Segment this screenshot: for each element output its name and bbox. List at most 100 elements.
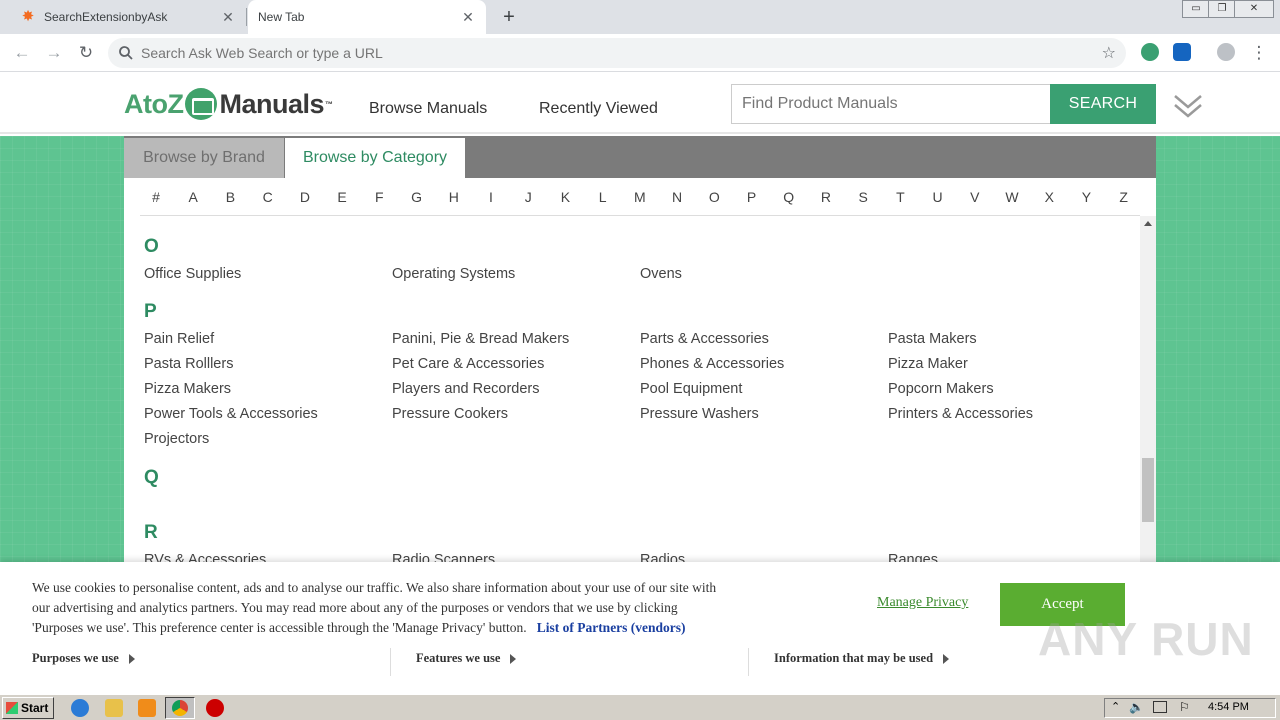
letter-link[interactable]: U <box>926 189 950 205</box>
category-link[interactable]: Operating Systems <box>392 266 515 282</box>
category-link[interactable]: Radios <box>640 552 685 562</box>
new-tab-button[interactable]: + <box>498 6 520 28</box>
atoz-extension-icon[interactable] <box>1141 43 1159 61</box>
category-link[interactable]: Popcorn Makers <box>888 381 994 397</box>
tab-browse-by-brand[interactable]: Browse by Brand <box>124 138 284 178</box>
category-link[interactable]: Power Tools & Accessories <box>144 406 318 422</box>
tab-title: New Tab <box>258 10 305 24</box>
letter-link[interactable]: O <box>702 189 726 205</box>
browse-manuals-link[interactable]: Browse Manuals <box>369 100 487 118</box>
category-link[interactable]: Phones & Accessories <box>640 356 784 372</box>
back-arrow-icon[interactable]: ← <box>10 41 34 65</box>
features-we-use-toggle[interactable]: Features we use <box>416 651 517 666</box>
category-link[interactable]: Pressure Cookers <box>392 406 508 422</box>
panel-scrollbar[interactable] <box>1140 216 1156 562</box>
tray-expand-icon[interactable]: ⌃ <box>1111 700 1120 713</box>
list-of-partners-link[interactable]: List of Partners (vendors) <box>537 620 686 635</box>
address-bar[interactable]: ☆ <box>108 38 1126 68</box>
purposes-we-use-toggle[interactable]: Purposes we use <box>32 651 135 666</box>
close-tab-icon[interactable]: ✕ <box>220 9 236 25</box>
letter-link[interactable]: B <box>218 189 242 205</box>
letter-link[interactable]: E <box>330 189 354 205</box>
letter-link[interactable]: # <box>144 189 168 205</box>
category-link[interactable]: Pasta Rolllers <box>144 356 233 372</box>
restore-button[interactable]: ❐ <box>1208 0 1236 18</box>
letter-link[interactable]: C <box>256 189 280 205</box>
media-player-icon[interactable] <box>138 699 156 717</box>
omnibox-input[interactable] <box>141 43 1041 63</box>
forward-arrow-icon[interactable]: → <box>42 41 66 65</box>
letter-link[interactable]: V <box>963 189 987 205</box>
category-link[interactable]: Pasta Makers <box>888 331 977 347</box>
category-link[interactable]: Office Supplies <box>144 266 241 282</box>
flag-icon[interactable]: ⚐ <box>1179 700 1190 714</box>
category-link[interactable]: Pressure Washers <box>640 406 759 422</box>
internet-explorer-icon[interactable] <box>71 699 89 717</box>
network-icon[interactable] <box>1153 701 1167 713</box>
manage-privacy-link[interactable]: Manage Privacy <box>877 595 968 611</box>
category-link[interactable]: Pizza Maker <box>888 356 968 372</box>
category-link[interactable]: Panini, Pie & Bread Makers <box>392 331 569 347</box>
tab-new-tab[interactable]: New Tab ✕ <box>248 0 486 34</box>
find-manuals-input[interactable] <box>731 84 1051 124</box>
recently-viewed-link[interactable]: Recently Viewed <box>539 100 658 118</box>
category-link[interactable]: Pool Equipment <box>640 381 742 397</box>
close-window-button[interactable]: ✕ <box>1234 0 1274 18</box>
site-header: AtoZ Manuals ™ Browse Manuals Recently V… <box>0 72 1280 134</box>
start-button[interactable]: Start <box>2 697 54 719</box>
letter-link[interactable]: I <box>479 189 503 205</box>
letter-link[interactable]: J <box>516 189 540 205</box>
letter-link[interactable]: W <box>1000 189 1024 205</box>
ask-favicon-icon: ✸ <box>21 8 35 25</box>
scroll-up-arrow-icon[interactable] <box>1144 221 1152 226</box>
letter-link[interactable]: T <box>888 189 912 205</box>
letter-link[interactable]: K <box>553 189 577 205</box>
category-link[interactable]: Pizza Makers <box>144 381 231 397</box>
profile-avatar-icon[interactable] <box>1217 43 1235 61</box>
atoz-manuals-logo[interactable]: AtoZ Manuals ™ <box>124 86 333 122</box>
close-tab-icon[interactable]: ✕ <box>460 9 476 25</box>
letter-link[interactable]: P <box>740 189 764 205</box>
letter-link[interactable]: F <box>367 189 391 205</box>
bookmark-star-icon[interactable]: ☆ <box>1102 43 1116 63</box>
minimize-button[interactable]: ▭ <box>1182 0 1210 18</box>
letter-link[interactable]: R <box>814 189 838 205</box>
letter-link[interactable]: Y <box>1074 189 1098 205</box>
category-link[interactable]: Projectors <box>144 431 209 447</box>
letter-link[interactable]: A <box>181 189 205 205</box>
volume-icon[interactable]: 🔈 <box>1129 700 1144 714</box>
letter-link[interactable]: Q <box>777 189 801 205</box>
letter-link[interactable]: H <box>442 189 466 205</box>
category-link[interactable]: Pet Care & Accessories <box>392 356 544 372</box>
letter-link[interactable]: G <box>405 189 429 205</box>
double-chevron-down-icon[interactable] <box>1172 92 1204 120</box>
category-link[interactable]: Printers & Accessories <box>888 406 1033 422</box>
letter-link[interactable]: X <box>1037 189 1061 205</box>
letter-link[interactable]: S <box>851 189 875 205</box>
taskbar-clock[interactable]: 4:54 PM <box>1208 701 1249 713</box>
category-link[interactable]: RVs & Accessories <box>144 552 266 562</box>
category-link[interactable]: Ovens <box>640 266 682 282</box>
letter-link[interactable]: M <box>628 189 652 205</box>
ask-search-extension-icon[interactable] <box>1173 43 1191 61</box>
category-link[interactable]: Players and Recorders <box>392 381 540 397</box>
scrollbar-thumb[interactable] <box>1142 458 1154 522</box>
letter-link[interactable]: N <box>665 189 689 205</box>
letter-link[interactable]: Z <box>1112 189 1136 205</box>
menu-kebab-icon[interactable]: ⋮ <box>1247 41 1271 65</box>
category-link[interactable]: Radio Scanners <box>392 552 495 562</box>
tab-searchextensionbyask[interactable]: ✸ SearchExtensionbyAsk ✕ <box>0 0 246 34</box>
category-link[interactable]: Ranges <box>888 552 938 562</box>
information-used-toggle[interactable]: Information that may be used <box>774 651 950 666</box>
search-button[interactable]: SEARCH <box>1050 84 1156 124</box>
category-link[interactable]: Parts & Accessories <box>640 331 769 347</box>
letter-link[interactable]: L <box>591 189 615 205</box>
category-link[interactable]: Pain Relief <box>144 331 214 347</box>
tab-browse-by-category[interactable]: Browse by Category <box>285 138 465 178</box>
chrome-taskbar-button[interactable] <box>165 697 195 719</box>
tab-title: SearchExtensionbyAsk <box>44 10 168 24</box>
letter-link[interactable]: D <box>293 189 317 205</box>
file-explorer-icon[interactable] <box>105 699 123 717</box>
reload-icon[interactable]: ↻ <box>74 41 98 65</box>
security-alert-icon[interactable] <box>206 699 224 717</box>
